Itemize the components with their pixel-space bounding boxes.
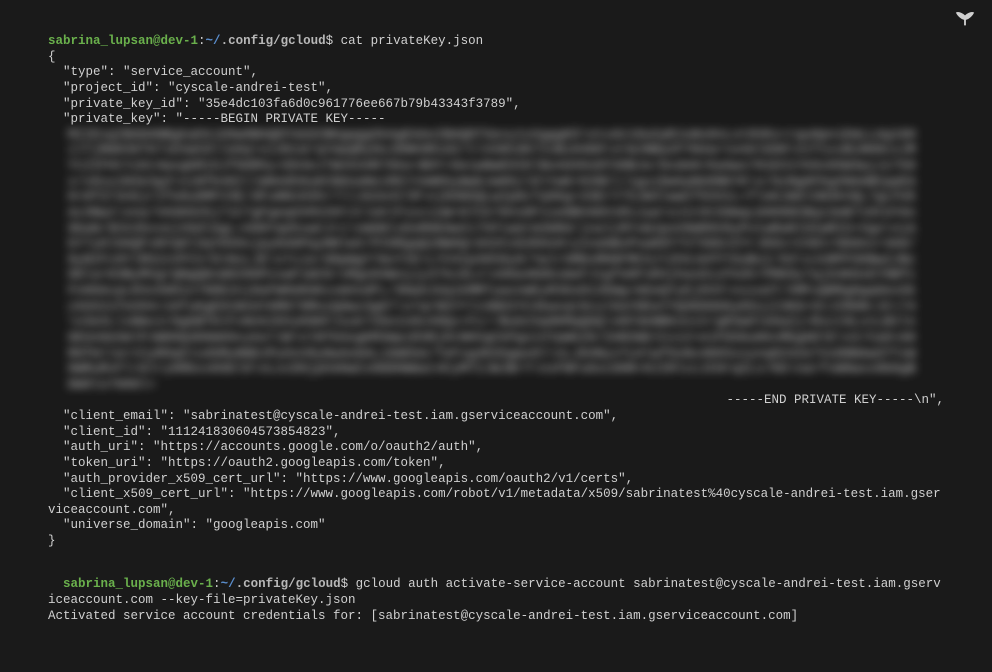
prompt2-path-rest: .config/gcloud [236, 577, 341, 591]
terminal-prompt-line-2[interactable]: sabrina_lupsan@dev-1:~/.config/gcloud$ g… [48, 562, 944, 609]
prompt2-path-tilde: ~/ [221, 577, 236, 591]
activation-result-line: Activated service account credentials fo… [48, 609, 944, 625]
prompt-path-tilde: ~/ [206, 34, 221, 48]
bird-logo-icon [954, 10, 976, 28]
json-close-brace: } [48, 534, 944, 550]
command-cat: cat privateKey.json [341, 34, 484, 48]
prompt-colon: : [198, 34, 206, 48]
prompt2-colon: : [213, 577, 221, 591]
json-client-cert-line: "client_x509_cert_url": "https://www.goo… [48, 487, 944, 518]
blurred-private-key-body: MIIEvgIBADANBgkqhkiG9w0BAQEFAASCBKgwggSk… [48, 128, 944, 394]
json-auth-uri-line: "auth_uri": "https://accounts.google.com… [48, 440, 944, 456]
json-keyid-line: "private_key_id": "35e4dc103fa6d0c961776… [48, 97, 944, 113]
terminal-prompt-line[interactable]: sabrina_lupsan@dev-1:~/.config/gcloud$ c… [48, 34, 944, 50]
json-auth-provider-line: "auth_provider_x509_cert_url": "https://… [48, 472, 944, 488]
json-client-email-line: "client_email": "sabrinatest@cyscale-and… [48, 409, 944, 425]
prompt2-user-host: sabrina_lupsan@dev-1 [63, 577, 213, 591]
prompt2-dollar: $ [341, 577, 356, 591]
prompt-path-rest: .config/gcloud [221, 34, 326, 48]
json-client-id-line: "client_id": "111241830604573854823", [48, 425, 944, 441]
json-open-brace: { [48, 50, 944, 66]
prompt-user-host: sabrina_lupsan@dev-1 [48, 34, 198, 48]
prompt-dollar: $ [326, 34, 341, 48]
json-token-uri-line: "token_uri": "https://oauth2.googleapis.… [48, 456, 944, 472]
json-type-line: "type": "service_account", [48, 65, 944, 81]
json-universe-line: "universe_domain": "googleapis.com" [48, 518, 944, 534]
json-privatekey-end: -----END PRIVATE KEY-----\n", [442, 393, 944, 409]
json-project-line: "project_id": "cyscale-andrei-test", [48, 81, 944, 97]
json-privatekey-open: "private_key": "-----BEGIN PRIVATE KEY--… [48, 112, 386, 126]
